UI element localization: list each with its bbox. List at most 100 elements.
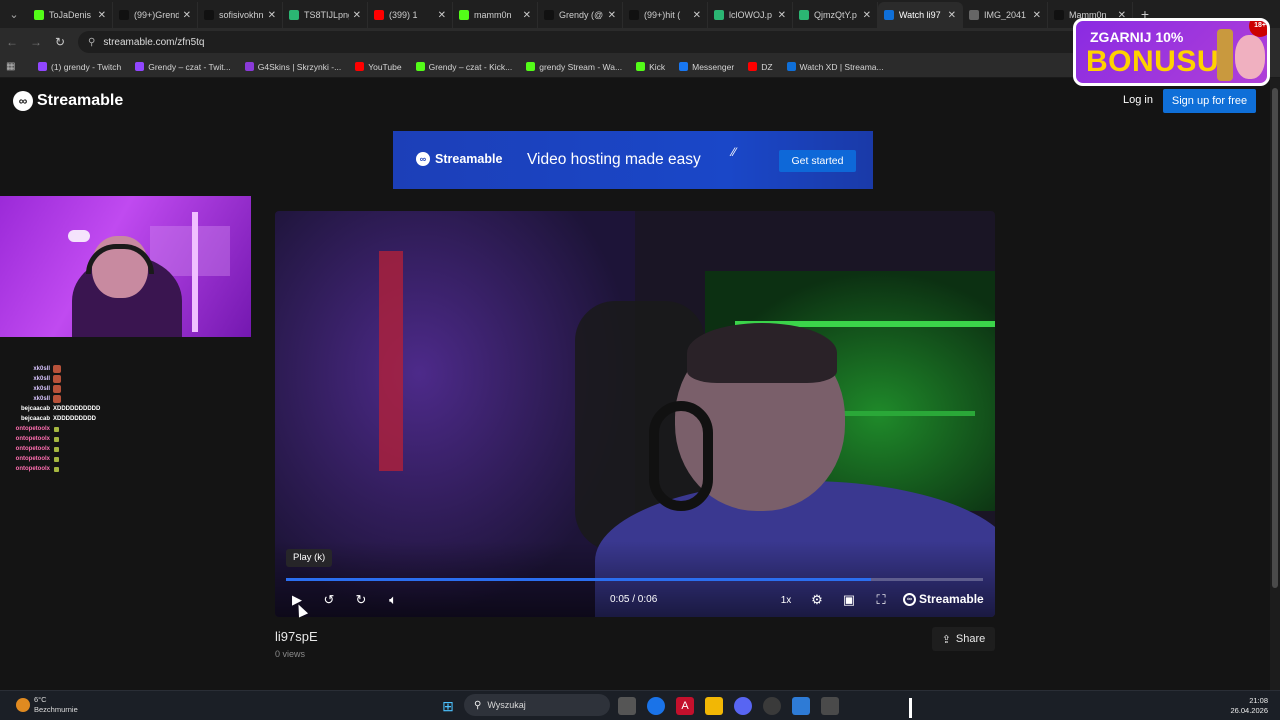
chat-username: xk0sll (33, 376, 50, 382)
bookmark-item[interactable]: G4Skins | Skrzynki -... (244, 61, 342, 72)
app-icon[interactable]: A (676, 697, 694, 715)
apps-grid-icon[interactable]: ▦ (6, 61, 24, 72)
get-started-button[interactable]: Get started (779, 150, 856, 172)
browser-tab[interactable]: (99+)hit ( ✕ (623, 2, 708, 28)
forward-icon[interactable]: ↻ (352, 590, 370, 610)
close-tab-icon[interactable]: ✕ (863, 10, 871, 21)
site-info-icon[interactable]: ⚲ (88, 37, 95, 48)
close-tab-icon[interactable]: ✕ (183, 10, 191, 21)
share-icon: ⇪ (941, 633, 951, 646)
share-button[interactable]: ⇪ Share (932, 627, 995, 651)
windows-start-icon[interactable]: ⊞ (439, 697, 457, 715)
g4skins-icon (244, 62, 254, 71)
seek-bar[interactable] (286, 578, 983, 581)
tab-title: (399) 1 (389, 10, 418, 20)
close-tab-icon[interactable]: ✕ (353, 10, 361, 21)
close-tab-icon[interactable]: ✕ (693, 10, 701, 21)
close-tab-icon[interactable]: ✕ (523, 10, 531, 21)
close-tab-icon[interactable]: ✕ (98, 10, 106, 21)
bookmark-item[interactable]: Messenger (679, 62, 734, 72)
bookmark-item[interactable]: DZ (748, 62, 773, 72)
chat-message: ontopetoolx (0, 434, 130, 444)
banner-logo: ∞ Streamable (416, 152, 502, 166)
bookmark-item[interactable]: YouTube (355, 62, 402, 72)
browser-tab[interactable]: Watch li97 ✕ (878, 2, 963, 28)
browser-tab[interactable]: mamm0n ✕ (453, 2, 538, 28)
login-link[interactable]: Log in (1123, 94, 1153, 106)
close-tab-icon[interactable]: ✕ (778, 10, 786, 21)
streamable-logo-icon: ∞ (13, 91, 33, 111)
bookmark-item[interactable]: Kick (636, 62, 665, 72)
browser-tab[interactable]: (399) 1 ✕ (368, 2, 453, 28)
weather-icon (16, 698, 30, 712)
settings-gear-icon[interactable]: ⚙ (808, 590, 826, 610)
notepad-icon[interactable] (792, 697, 810, 715)
tab-title: TS8TIJLpng (304, 10, 349, 20)
close-tab-icon[interactable]: ✕ (948, 10, 956, 21)
video-player[interactable]: Play (k) ▶ ↺ ↻ 🔈︎ 0:05 / 0:06 1x ⚙ ▣ ⛶ ∞… (275, 211, 995, 617)
bookmark-label: Watch XD | Streama... (799, 61, 884, 72)
image-icon (289, 10, 299, 20)
kick-icon (34, 10, 44, 20)
fullscreen-icon[interactable]: ⛶ (872, 590, 890, 610)
task-view-icon[interactable] (618, 697, 636, 715)
close-tab-icon[interactable]: ✕ (608, 10, 616, 21)
streamable-logo[interactable]: ∞ Streamable (13, 91, 123, 111)
reload-icon[interactable]: ↻ (48, 35, 72, 49)
weather-widget[interactable]: 6°C Bezchmurnie (16, 695, 78, 715)
taskbar-search[interactable]: ⚲ Wyszukaj (464, 694, 610, 716)
calculator-icon[interactable] (821, 697, 839, 715)
back-arrow-icon[interactable]: ← (0, 35, 24, 49)
bookmark-item[interactable]: Grendy – czat - Kick... (415, 62, 512, 72)
file-explorer-icon[interactable] (705, 697, 723, 715)
chat-message: ontopetoolx (0, 464, 130, 474)
discord-icon[interactable] (734, 697, 752, 715)
browser-tab[interactable]: ToJaDenis ✕ (28, 2, 113, 28)
browser-tab[interactable]: sofisivokhn ✕ (198, 2, 283, 28)
chat-text: XDDDDDDDDD (53, 416, 96, 422)
chat-message: xk0sll (0, 384, 130, 394)
tab-title: (99+)hit ( (644, 10, 681, 20)
browser-tab[interactable]: IMG_2041 ✕ (963, 2, 1048, 28)
bookmark-item[interactable]: Grendy – czat - Twit... (135, 62, 231, 72)
search-icon: ⚲ (474, 699, 482, 711)
chat-username: xk0sll (33, 386, 50, 392)
tab-title: mamm0n (474, 10, 512, 20)
volume-icon[interactable]: 🔈︎ (384, 590, 402, 610)
bookmark-item[interactable]: grendy Stream - Wa... (526, 62, 622, 72)
small-emote-icon (54, 446, 59, 452)
tab-search-button[interactable]: ⌄ (0, 0, 28, 28)
player-brand[interactable]: ∞ Streamable (903, 592, 984, 606)
url-field[interactable]: ⚲ streamable.com/zfn5tq (78, 31, 1138, 53)
picture-in-picture-icon[interactable]: ▣ (840, 590, 858, 610)
bookmark-label: grendy Stream - Wa... (539, 61, 623, 72)
close-tab-icon[interactable]: ✕ (268, 10, 276, 21)
bookmark-item[interactable]: (1) grendy - Twitch (38, 62, 121, 72)
banner-logo-text: Streamable (435, 152, 503, 166)
chat-username: xk0sll (33, 396, 50, 402)
browser-tab[interactable]: lclOWOJ.p ✕ (708, 2, 793, 28)
facebook-icon (679, 62, 689, 71)
bookmark-label: G4Skins | Skrzynki -... (257, 61, 342, 72)
page-scrollbar[interactable] (1270, 78, 1280, 690)
close-tab-icon[interactable]: ✕ (1033, 10, 1041, 21)
system-clock[interactable]: 21:08 26.04.2026 (1228, 696, 1268, 716)
ad-banner[interactable]: ∞ Streamable Video hosting made easy ⁄⁄ … (393, 131, 873, 189)
scrollbar-thumb[interactable] (1272, 88, 1278, 588)
close-tab-icon[interactable]: ✕ (438, 10, 446, 21)
browser-tab[interactable]: TS8TIJLpng ✕ (283, 2, 368, 28)
browser-tab[interactable]: (99+)Grendy ✕ (113, 2, 198, 28)
browser-tab[interactable]: Grendy (@ ✕ (538, 2, 623, 28)
forward-arrow-icon[interactable]: → (24, 35, 48, 49)
seek-bar-fill (286, 578, 872, 581)
signup-button[interactable]: Sign up for free (1163, 89, 1256, 113)
rewind-icon[interactable]: ↺ (320, 590, 338, 610)
streamable-icon (884, 10, 894, 20)
steam-icon[interactable] (763, 697, 781, 715)
bookmark-item[interactable]: Watch XD | Streama... (786, 61, 884, 72)
browser-tab[interactable]: QjmzQtY.p ✕ (793, 2, 878, 28)
tiktok-icon (544, 10, 554, 20)
playback-speed-button[interactable]: 1x (777, 590, 795, 610)
chrome-icon[interactable] (647, 697, 665, 715)
share-label: Share (955, 633, 986, 645)
